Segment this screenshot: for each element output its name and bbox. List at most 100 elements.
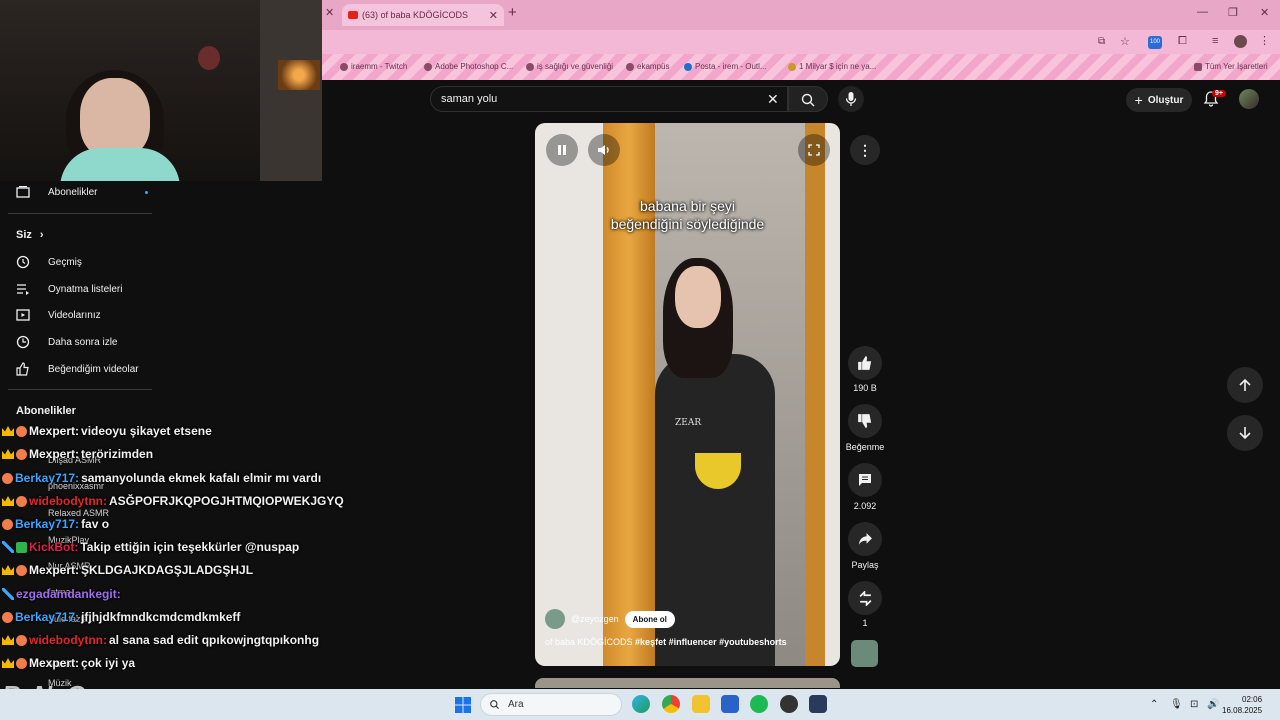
channel-avatar[interactable] [545, 609, 565, 629]
address-bar[interactable]: ⧉ ☆ 100 ⧠ ≡ ⋮ [322, 30, 1280, 54]
shorts-video-player[interactable]: ZEAR babana bir şeyi beğendiğini söyledi… [535, 123, 840, 666]
clear-search-icon[interactable]: ✕ [767, 91, 779, 108]
extensions-icon[interactable]: ⧠ [1178, 35, 1187, 48]
streamer-face [80, 78, 150, 158]
taskbar-search[interactable]: Ara [480, 693, 622, 716]
menu-kebab-icon[interactable]: ⋮ [1259, 34, 1270, 47]
sidebar-item-playlists[interactable]: Oynatma listeleri [16, 282, 122, 296]
tray-chevron-icon[interactable]: ⌃ [1150, 699, 1158, 710]
chat-message: Berkay717: fav o [2, 517, 109, 531]
bookmark-item[interactable]: ekampüs [626, 62, 669, 71]
next-short-button[interactable] [1227, 415, 1263, 451]
section-you[interactable]: Siz › [16, 229, 44, 241]
next-short-preview[interactable] [535, 678, 840, 688]
webcam-wall [260, 0, 322, 181]
media-control-icon[interactable]: ≡ [1212, 35, 1218, 47]
fullscreen-button[interactable] [798, 134, 830, 166]
dislike-label: Beğenme [845, 442, 885, 452]
bookmark-star-icon[interactable]: ☆ [1120, 35, 1130, 48]
close-icon[interactable]: ✕ [325, 6, 334, 19]
like-count: 190 B [853, 383, 877, 393]
chat-message: widebodytnn: al sana sad edit qpıkowjngtq… [2, 633, 319, 647]
spotify-icon[interactable] [750, 695, 768, 713]
chat-message: Mexpert: çok iyi ya [2, 656, 135, 670]
sidebar-item-watch-later[interactable]: Daha sonra izle [16, 335, 117, 349]
network-icon[interactable]: ⊡ [1190, 699, 1198, 710]
browser-tab-active[interactable]: (63) of baba KDÖGİCODS ✕ [342, 4, 504, 26]
channel-name[interactable]: @zeyozgen [571, 614, 619, 624]
remix-button[interactable] [848, 581, 882, 615]
profile-avatar[interactable] [1234, 35, 1247, 48]
create-button[interactable]: + Oluştur [1126, 88, 1192, 112]
edge-icon[interactable] [632, 695, 650, 713]
window-close-icon[interactable]: ✕ [1260, 6, 1269, 19]
volume-button[interactable] [588, 134, 620, 166]
globe-icon [526, 62, 534, 71]
share-button[interactable] [848, 522, 882, 556]
like-button[interactable] [848, 346, 882, 380]
video-caption-line1: babana bir şeyi [640, 198, 735, 214]
app-icon[interactable] [809, 695, 827, 713]
crown-badge-icon [2, 565, 14, 575]
new-tab-icon[interactable]: + [508, 4, 517, 21]
bookmark-item[interactable]: 1 Milyar $ için ne ya... [788, 62, 876, 71]
crown-badge-icon [2, 449, 14, 459]
folder-icon [1194, 62, 1202, 71]
pause-button[interactable] [546, 134, 578, 166]
video-icon [16, 308, 30, 322]
all-bookmarks[interactable]: Tüm Yer İşaretleri [1194, 62, 1268, 71]
sound-thumbnail[interactable] [851, 640, 878, 667]
previous-short-button[interactable] [1227, 367, 1263, 403]
bookmark-item[interactable]: iş sağlığı ve güvenliği [526, 62, 613, 71]
sidebar-item-liked-videos[interactable]: Beğendiğim videolar [16, 362, 139, 376]
video-title[interactable]: of baba KDÖGİCODS #keşfet #influencer #y… [545, 637, 787, 647]
bot-badge-icon [16, 541, 27, 553]
account-avatar[interactable] [1239, 89, 1259, 109]
pause-icon [558, 145, 566, 155]
bookmark-item[interactable]: Posta - irem - Outl... [684, 62, 767, 71]
windows-taskbar: Ara ⌃ 🎙 ⊡ 🔊 02:06 16.08.2025 [0, 689, 1280, 720]
minimize-icon[interactable]: — [1197, 6, 1208, 18]
tab-close-icon[interactable]: ✕ [489, 9, 498, 22]
arrow-up-icon [1239, 378, 1251, 391]
store-icon[interactable] [721, 695, 739, 713]
webcam-lamp [278, 60, 320, 90]
fullscreen-icon [808, 144, 820, 156]
chat-message: Mexpert: terörizimden [2, 447, 153, 461]
bookmark-item[interactable]: iraemm - Twitch [340, 62, 407, 71]
bookmark-item[interactable]: Adobe Photoshop C... [424, 62, 513, 71]
user-badge-icon [16, 564, 27, 576]
bookmarks-bar: iraemm - Twitch Adobe Photoshop C... iş … [322, 54, 1280, 80]
volume-icon [598, 145, 609, 155]
share-icon [858, 532, 872, 545]
user-badge-icon [2, 611, 13, 623]
microphone-icon[interactable]: 🎙 [1170, 699, 1183, 710]
more-options-icon[interactable]: ⋮ [850, 135, 880, 165]
speaker-icon[interactable]: 🔊 [1207, 699, 1219, 710]
system-clock[interactable]: 02:06 16.08.2025 [1222, 694, 1262, 716]
search-input[interactable]: saman yolu ✕ [430, 86, 788, 112]
voice-search-button[interactable] [838, 86, 864, 112]
windows-start-icon[interactable] [455, 697, 471, 713]
sidebar-item-your-videos[interactable]: Videolarınız [16, 308, 101, 322]
sidebar-item-subscriptions[interactable]: Abonelikler [16, 185, 149, 199]
microphone-icon [845, 92, 857, 106]
video-hashtags[interactable]: #keşfet #influencer #youtubeshorts [635, 637, 787, 647]
thumbs-up-icon [858, 356, 872, 370]
dislike-button[interactable] [848, 404, 882, 438]
section-subscriptions: Abonelikler [16, 405, 76, 417]
user-badge-icon [2, 518, 13, 530]
chevron-right-icon: › [39, 229, 44, 241]
comments-button[interactable] [848, 463, 882, 497]
extension-badge-icon[interactable]: 100 [1148, 36, 1162, 49]
subscribe-button[interactable]: Abone ol [624, 610, 675, 628]
restore-icon[interactable]: ❐ [1228, 6, 1238, 19]
search-button[interactable] [788, 86, 828, 112]
install-icon[interactable]: ⧉ [1098, 36, 1105, 47]
chrome-icon[interactable] [662, 695, 680, 713]
twitch-icon [340, 62, 348, 71]
sidebar-item-history[interactable]: Geçmiş [16, 255, 82, 269]
app-icon[interactable] [780, 695, 798, 713]
file-explorer-icon[interactable] [692, 695, 710, 713]
plus-icon: + [1134, 92, 1143, 108]
